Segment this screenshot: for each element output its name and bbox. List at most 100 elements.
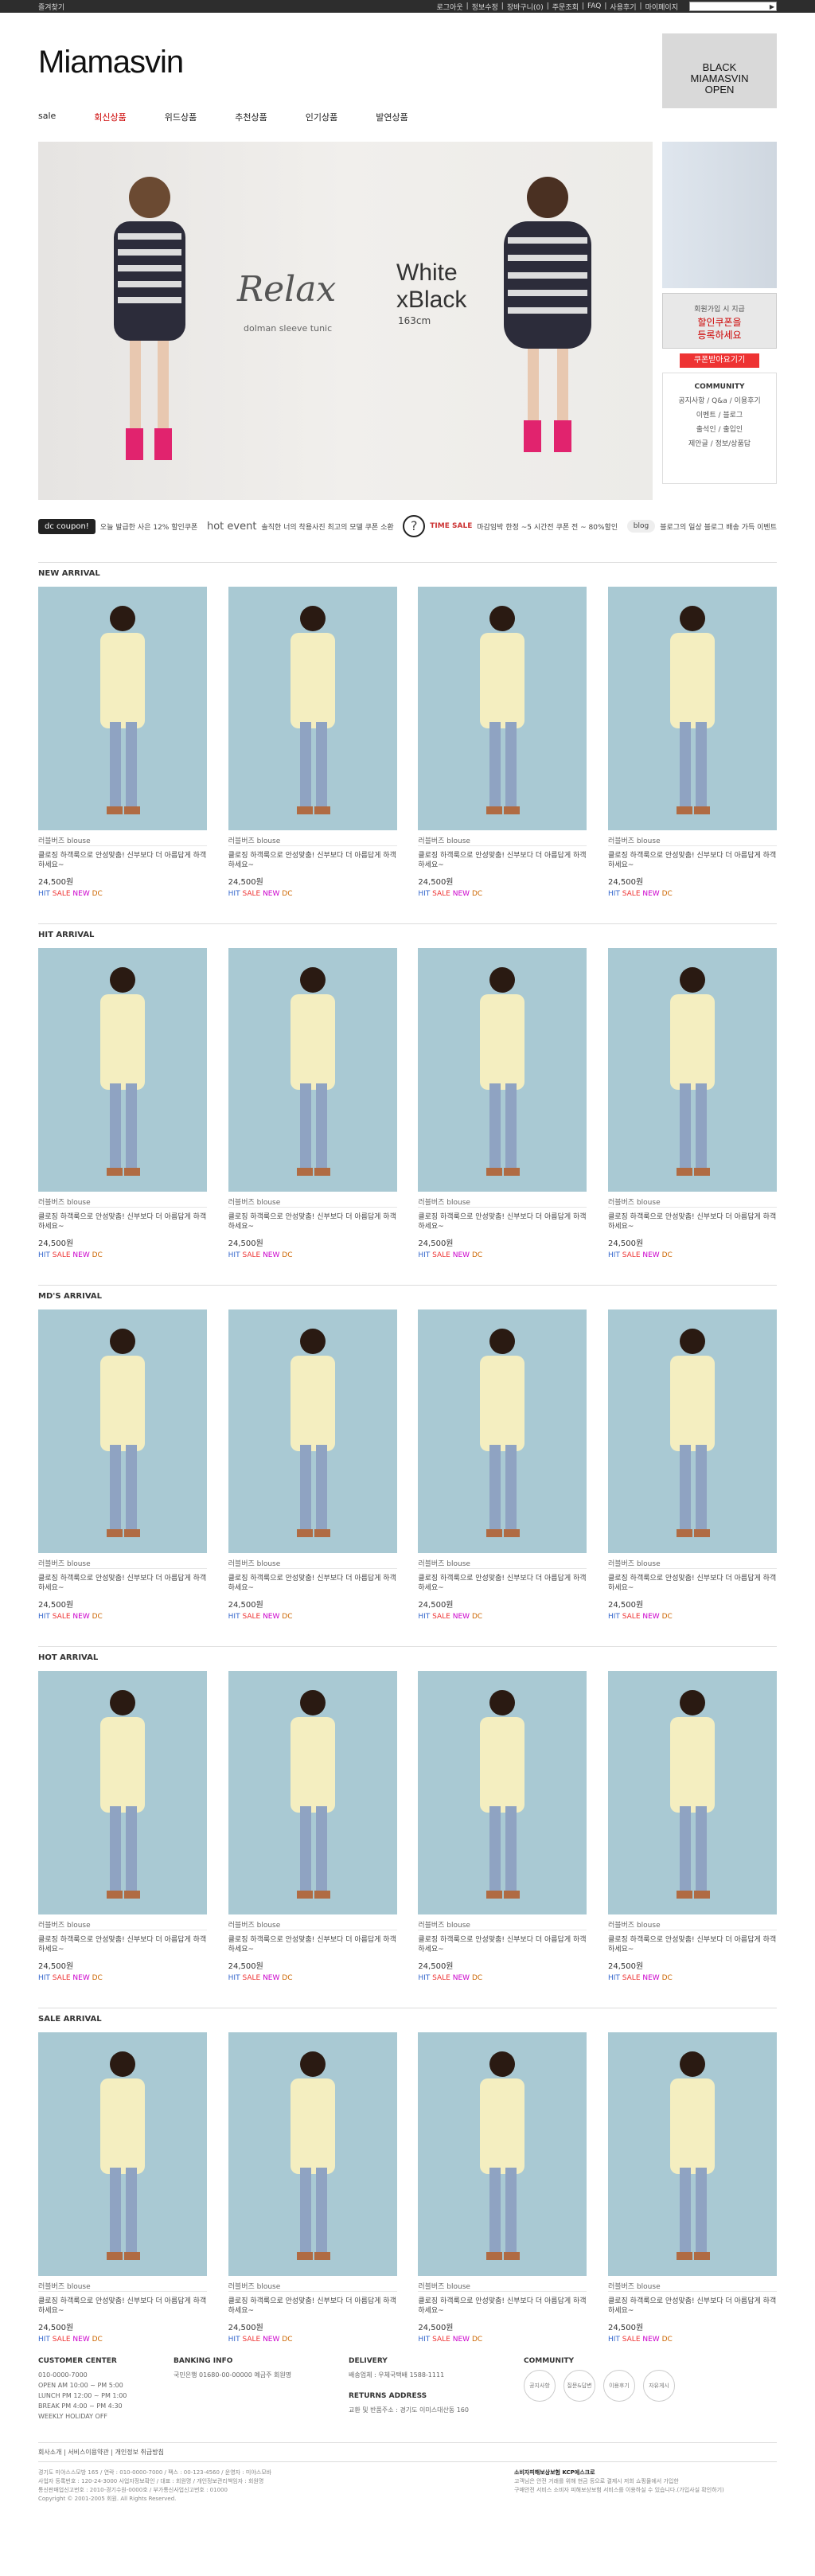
product-category[interactable]: 러블버즈 blouse xyxy=(228,2281,397,2292)
product-card[interactable]: 러블버즈 blouse 클로징 하객룩으로 안성맞춤! 신부보다 더 아름답게 하… xyxy=(607,1309,777,1621)
mypage-link[interactable]: 마이페이지 xyxy=(645,2,678,12)
product-description[interactable]: 클로징 하객룩으로 안성맞춤! 신부보다 더 아름답게 하객하세요~ xyxy=(608,1574,777,1594)
product-description[interactable]: 클로징 하객룩으로 안성맞춤! 신부보다 더 아름답게 하객하세요~ xyxy=(418,1574,587,1594)
reviews-link[interactable]: 사용후기 xyxy=(610,2,636,12)
product-category[interactable]: 러블버즈 blouse xyxy=(607,1196,777,1208)
product-card[interactable]: 러블버즈 blouse 클로징 하객룩으로 안성맞춤! 신부보다 더 아름답게 하… xyxy=(228,1309,397,1621)
product-category[interactable]: 러블버즈 blouse xyxy=(228,1196,397,1208)
search-go-icon[interactable]: ▶ xyxy=(770,3,774,10)
top-search-input[interactable]: ▶ xyxy=(689,2,777,11)
product-description[interactable]: 클로징 하객룩으로 안성맞춤! 신부보다 더 아름답게 하객하세요~ xyxy=(228,851,397,872)
product-card[interactable]: 러블버즈 blouse 클로징 하객룩으로 안성맞춤! 신부보다 더 아름답게 하… xyxy=(418,948,587,1259)
product-card[interactable]: 러블버즈 blouse 클로징 하객룩으로 안성맞춤! 신부보다 더 아름답게 하… xyxy=(228,948,397,1259)
product-category[interactable]: 러블버즈 blouse xyxy=(228,835,397,846)
product-card[interactable]: 러블버즈 blouse 클로징 하객룩으로 안성맞춤! 신부보다 더 아름답게 하… xyxy=(607,2032,777,2344)
product-card[interactable]: 러블버즈 blouse 클로징 하객룩으로 안성맞춤! 신부보다 더 아름답게 하… xyxy=(607,587,777,898)
product-card[interactable]: 러블버즈 blouse 클로징 하객룩으로 안성맞춤! 신부보다 더 아름답게 하… xyxy=(607,1671,777,1982)
product-description[interactable]: 클로징 하객룩으로 안성맞춤! 신부보다 더 아름답게 하객하세요~ xyxy=(418,1935,587,1956)
product-image[interactable] xyxy=(607,2032,777,2276)
product-category[interactable]: 러블버즈 blouse xyxy=(418,1919,587,1930)
edit-info-link[interactable]: 정보수정 xyxy=(472,2,498,12)
product-card[interactable]: 러블버즈 blouse 클로징 하객룩으로 안성맞춤! 신부보다 더 아름답게 하… xyxy=(418,2032,587,2344)
product-image[interactable] xyxy=(418,1309,587,1553)
coupon-box[interactable]: 회원가입 시 지급 할인쿠폰을 등록하세요 xyxy=(662,293,777,349)
product-card[interactable]: 러블버즈 blouse 클로징 하객룩으로 안성맞춤! 신부보다 더 아름답게 하… xyxy=(38,2032,207,2344)
promo-hot-event[interactable]: hot event 솔직한 너의 착용사진 최고의 모델 쿠폰 소환 xyxy=(207,521,394,533)
product-image[interactable] xyxy=(38,587,207,830)
product-description[interactable]: 클로징 하객룩으로 안성맞춤! 신부보다 더 아름답게 하객하세요~ xyxy=(38,1574,207,1594)
product-image[interactable] xyxy=(228,587,397,830)
product-card[interactable]: 러블버즈 blouse 클로징 하객룩으로 안성맞춤! 신부보다 더 아름답게 하… xyxy=(418,1309,587,1621)
product-image[interactable] xyxy=(418,1671,587,1914)
product-image[interactable] xyxy=(607,1309,777,1553)
product-image[interactable] xyxy=(418,2032,587,2276)
product-card[interactable]: 러블버즈 blouse 클로징 하객룩으로 안성맞춤! 신부보다 더 아름답게 하… xyxy=(38,948,207,1259)
logout-link[interactable]: 로그아웃 xyxy=(437,2,463,12)
nav-item-with[interactable]: 위드상품 xyxy=(165,111,197,123)
product-category[interactable]: 러블버즈 blouse xyxy=(38,835,207,846)
product-category[interactable]: 러블버즈 blouse xyxy=(607,835,777,846)
product-description[interactable]: 클로징 하객룩으로 안성맞춤! 신부보다 더 아름답게 하객하세요~ xyxy=(228,2297,397,2317)
product-description[interactable]: 클로징 하객룩으로 안성맞춤! 신부보다 더 아름답게 하객하세요~ xyxy=(608,2297,777,2317)
side-model-photo[interactable] xyxy=(662,142,777,288)
footer-notice-button[interactable]: 공지사항 xyxy=(524,2370,556,2402)
product-category[interactable]: 러블버즈 blouse xyxy=(418,835,587,846)
community-link-2[interactable]: 이벤트 / 블로그 xyxy=(668,408,771,423)
footer-reviews-button[interactable]: 이용후기 xyxy=(603,2370,635,2402)
nav-item-special[interactable]: 발연상품 xyxy=(376,111,408,123)
product-category[interactable]: 러블버즈 blouse xyxy=(607,1919,777,1930)
bookmark-link[interactable]: 즐겨찾기 xyxy=(38,2,64,12)
product-card[interactable]: 러블버즈 blouse 클로징 하객룩으로 안성맞춤! 신부보다 더 아름답게 하… xyxy=(38,1671,207,1982)
community-link-4[interactable]: 제안글 / 정보/상품답 xyxy=(668,437,771,451)
footer-qna-button[interactable]: 질문&답변 xyxy=(563,2370,595,2402)
product-image[interactable] xyxy=(607,1671,777,1914)
product-description[interactable]: 클로징 하객룩으로 안성맞춤! 신부보다 더 아름답게 하객하세요~ xyxy=(418,1212,587,1233)
product-image[interactable] xyxy=(607,587,777,830)
product-image[interactable] xyxy=(228,948,397,1192)
product-image[interactable] xyxy=(228,2032,397,2276)
product-image[interactable] xyxy=(228,1671,397,1914)
cart-link[interactable]: 장바구니(0) xyxy=(507,2,544,12)
get-coupon-button[interactable]: 쿠폰받아요기기 xyxy=(680,353,759,368)
product-category[interactable]: 러블버즈 blouse xyxy=(38,1558,207,1569)
product-description[interactable]: 클로징 하객룩으로 안성맞춤! 신부보다 더 아름답게 하객하세요~ xyxy=(228,1935,397,1956)
product-image[interactable] xyxy=(418,587,587,830)
footer-free-board-button[interactable]: 자유게시 xyxy=(643,2370,675,2402)
product-category[interactable]: 러블버즈 blouse xyxy=(38,1919,207,1930)
product-card[interactable]: 러블버즈 blouse 클로징 하객룩으로 안성맞춤! 신부보다 더 아름답게 하… xyxy=(228,1671,397,1982)
nav-item-sale[interactable]: sale xyxy=(38,111,56,123)
product-card[interactable]: 러블버즈 blouse 클로징 하객룩으로 안성맞춤! 신부보다 더 아름답게 하… xyxy=(38,1309,207,1621)
product-image[interactable] xyxy=(38,948,207,1192)
site-logo[interactable]: Miamasvin xyxy=(38,45,184,80)
product-description[interactable]: 클로징 하객룩으로 안성맞춤! 신부보다 더 아름답게 하객하세요~ xyxy=(418,851,587,872)
product-category[interactable]: 러블버즈 blouse xyxy=(418,1196,587,1208)
community-link-3[interactable]: 출석인 / 출입인 xyxy=(668,423,771,437)
product-category[interactable]: 러블버즈 blouse xyxy=(228,1558,397,1569)
product-category[interactable]: 러블버즈 blouse xyxy=(38,2281,207,2292)
nav-item-recommend[interactable]: 추천상품 xyxy=(235,111,267,123)
product-image[interactable] xyxy=(38,2032,207,2276)
product-card[interactable]: 러블버즈 blouse 클로징 하객룩으로 안성맞춤! 신부보다 더 아름답게 하… xyxy=(228,2032,397,2344)
product-card[interactable]: 러블버즈 blouse 클로징 하객룩으로 안성맞춤! 신부보다 더 아름답게 하… xyxy=(228,587,397,898)
product-card[interactable]: 러블버즈 blouse 클로징 하객룩으로 안성맞춤! 신부보다 더 아름답게 하… xyxy=(38,587,207,898)
faq-link[interactable]: FAQ xyxy=(587,2,601,10)
product-image[interactable] xyxy=(607,948,777,1192)
product-description[interactable]: 클로징 하객룩으로 안성맞춤! 신부보다 더 아름답게 하객하세요~ xyxy=(38,851,207,872)
product-card[interactable]: 러블버즈 blouse 클로징 하객룩으로 안성맞춤! 신부보다 더 아름답게 하… xyxy=(418,587,587,898)
nav-item-popular[interactable]: 인기상품 xyxy=(306,111,337,123)
product-image[interactable] xyxy=(228,1309,397,1553)
product-category[interactable]: 러블버즈 blouse xyxy=(38,1196,207,1208)
product-category[interactable]: 러블버즈 blouse xyxy=(607,2281,777,2292)
product-category[interactable]: 러블버즈 blouse xyxy=(607,1558,777,1569)
product-card[interactable]: 러블버즈 blouse 클로징 하객룩으로 안성맞춤! 신부보다 더 아름답게 하… xyxy=(607,948,777,1259)
community-link-1[interactable]: 공지사항 / Q&a / 이용후기 xyxy=(668,394,771,408)
hero-banner[interactable]: Relax dolman sleeve tunic White xBlack 16… xyxy=(38,142,653,500)
product-description[interactable]: 클로징 하객룩으로 안성맞춤! 신부보다 더 아름답게 하객하세요~ xyxy=(38,1935,207,1956)
product-description[interactable]: 클로징 하객룩으로 안성맞춤! 신부보다 더 아름답게 하객하세요~ xyxy=(228,1212,397,1233)
product-image[interactable] xyxy=(38,1671,207,1914)
order-lookup-link[interactable]: 주문조회 xyxy=(552,2,579,12)
product-description[interactable]: 클로징 하객룩으로 안성맞춤! 신부보다 더 아름답게 하객하세요~ xyxy=(38,2297,207,2317)
promo-time-sale[interactable]: ? TIME SALE 마감임박 한정 ~5 시간전 쿠폰 전 ~ 80%할인 xyxy=(403,515,618,537)
product-category[interactable]: 러블버즈 blouse xyxy=(228,1919,397,1930)
product-image[interactable] xyxy=(418,948,587,1192)
